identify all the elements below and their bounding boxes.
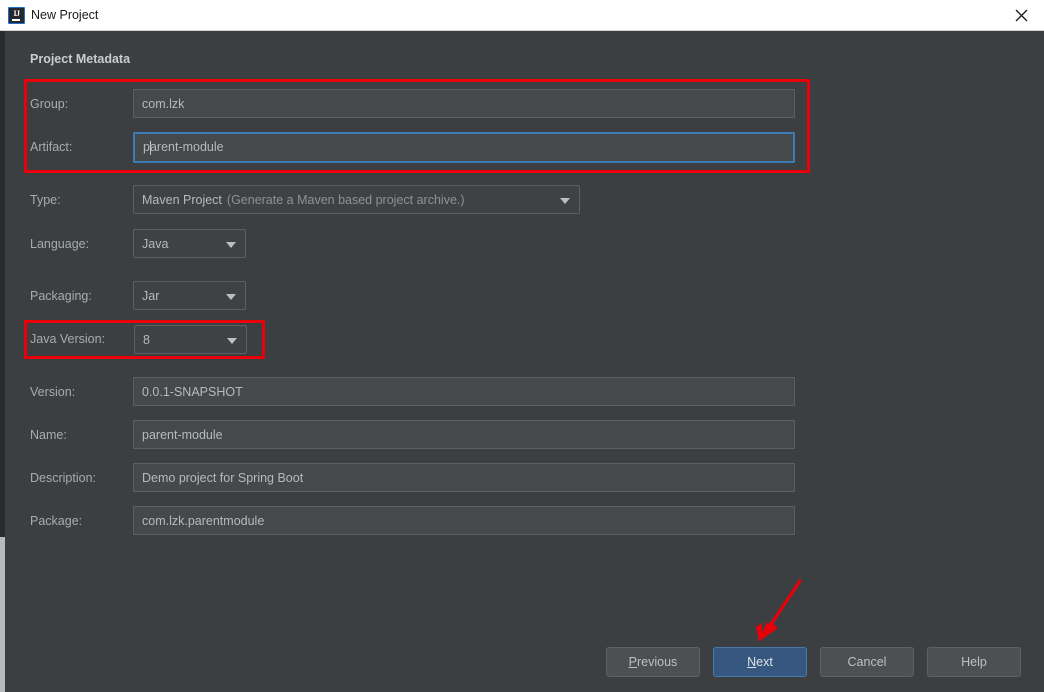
window-title: New Project (31, 8, 99, 22)
description-input-value: Demo project for Spring Boot (142, 470, 304, 485)
text-caret (149, 140, 151, 155)
name-input[interactable]: parent-module (133, 420, 795, 449)
java-version-combo-value: 8 (143, 332, 150, 347)
label-packaging: Packaging: (30, 289, 92, 303)
type-combo-value: Maven Project (142, 192, 222, 207)
next-button-arrow (756, 579, 802, 642)
window-edge-dark (0, 31, 5, 537)
label-version: Version: (30, 385, 76, 399)
next-button-label: Next (747, 655, 773, 669)
type-combo[interactable]: Maven Project (Generate a Maven based pr… (133, 185, 580, 214)
label-package: Package: (30, 514, 83, 528)
language-combo[interactable]: Java (133, 229, 246, 258)
previous-button-rest: revious (637, 655, 678, 669)
previous-button-label: Previous (629, 655, 678, 669)
chevron-down-icon (226, 241, 236, 248)
type-combo-hint: (Generate a Maven based project archive.… (226, 192, 465, 207)
help-button[interactable]: Help (927, 647, 1021, 677)
new-project-dialog: IJ New Project Project Metadata Group: c… (0, 0, 1044, 692)
packaging-combo[interactable]: Jar (133, 281, 246, 310)
title-bar: IJ New Project (0, 0, 1044, 31)
description-input[interactable]: Demo project for Spring Boot (133, 463, 795, 492)
chevron-down-icon (227, 337, 237, 344)
artifact-input[interactable]: parent-module (133, 132, 795, 163)
label-name: Name: (30, 428, 67, 442)
label-description: Description: (30, 471, 96, 485)
artifact-input-value: parent-module (143, 140, 224, 155)
version-input-value: 0.0.1-SNAPSHOT (142, 384, 243, 399)
name-input-value: parent-module (142, 427, 223, 442)
group-input-value: com.lzk (142, 96, 185, 111)
intellij-idea-icon-bar (11, 19, 20, 21)
window-edge-strip (0, 537, 5, 692)
previous-button-mnemonic: P (628, 655, 638, 669)
next-button-rest: ext (756, 655, 773, 669)
chevron-down-icon (226, 293, 236, 300)
previous-button[interactable]: Previous (606, 647, 700, 677)
close-icon (1015, 9, 1027, 21)
cancel-button-label: Cancel (847, 655, 887, 669)
label-group: Group: (30, 97, 69, 111)
section-title: Project Metadata (30, 52, 131, 66)
artifact-input-text: parent-module (143, 140, 224, 155)
cancel-button[interactable]: Cancel (820, 647, 914, 677)
close-button[interactable] (998, 0, 1044, 30)
package-input[interactable]: com.lzk.parentmodule (133, 506, 795, 535)
version-input[interactable]: 0.0.1-SNAPSHOT (133, 377, 795, 406)
label-type: Type: (30, 193, 61, 207)
label-artifact: Artifact: (30, 140, 73, 154)
label-java-version: Java Version: (30, 332, 106, 346)
java-version-combo[interactable]: 8 (134, 325, 247, 354)
label-language: Language: (30, 237, 90, 251)
next-button[interactable]: Next (713, 647, 807, 677)
language-combo-value: Java (142, 236, 169, 251)
help-button-label: Help (961, 655, 987, 669)
packaging-combo-value: Jar (142, 288, 160, 303)
intellij-idea-icon-letters: IJ (13, 9, 20, 18)
intellij-idea-icon: IJ (8, 7, 25, 24)
chevron-down-icon (560, 197, 570, 204)
next-button-mnemonic: N (747, 655, 757, 669)
package-input-value: com.lzk.parentmodule (142, 513, 265, 528)
group-input[interactable]: com.lzk (133, 89, 795, 118)
